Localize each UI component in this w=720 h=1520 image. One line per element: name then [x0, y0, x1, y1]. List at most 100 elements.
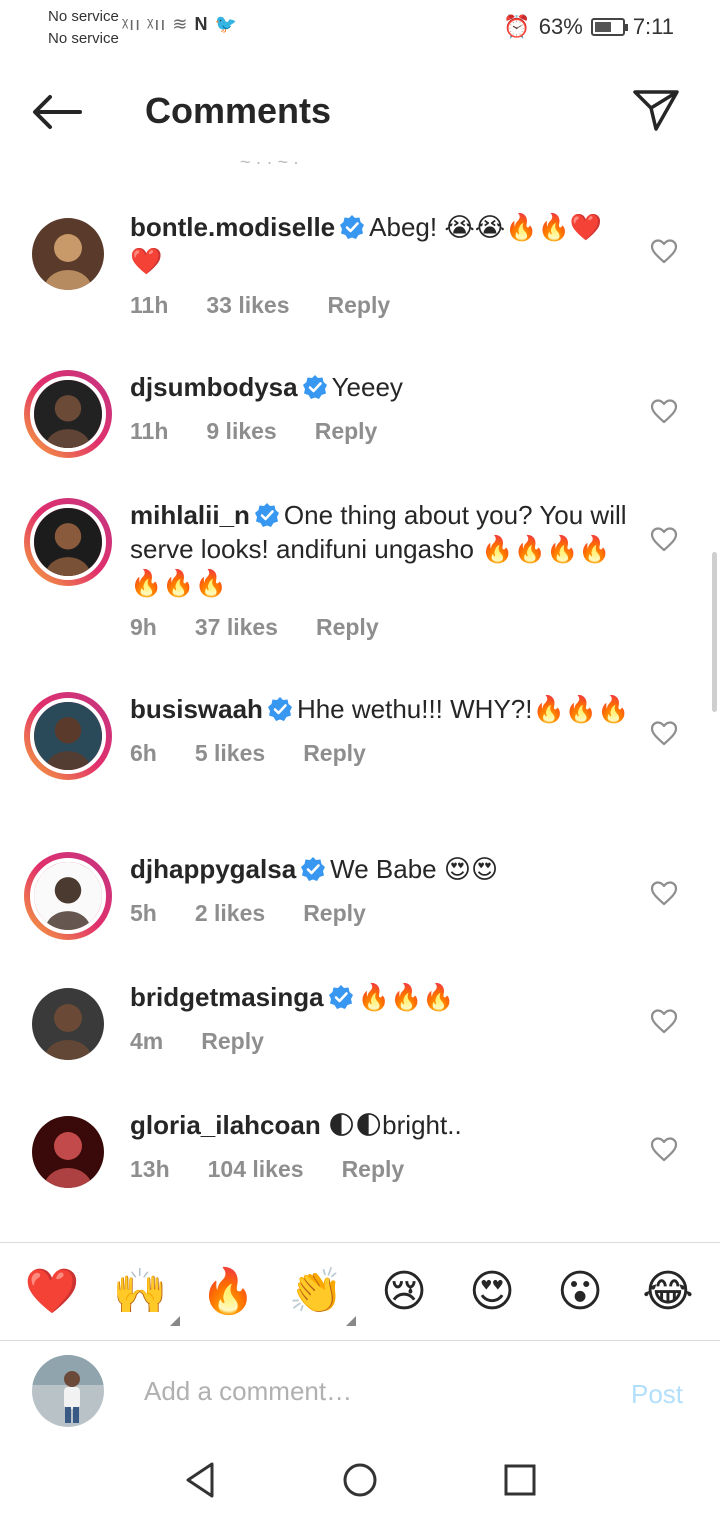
comment-body: gloria_ilahcoan 🌓🌓bright.. 13h 104 likes Re… — [130, 1108, 630, 1186]
like-heart-icon[interactable] — [650, 526, 678, 552]
verified-badge-icon — [328, 985, 353, 1009]
reaction-emoji-button[interactable]: 🔥 — [196, 1262, 260, 1322]
verified-badge-icon — [301, 857, 326, 881]
commenter-avatar[interactable] — [24, 498, 112, 586]
battery-icon — [590, 18, 628, 36]
comment-likes[interactable]: 2 likes — [195, 900, 265, 926]
reaction-emoji-button[interactable]: 😂 — [636, 1262, 700, 1322]
sim1-status: No service — [48, 8, 119, 25]
like-heart-icon[interactable] — [650, 720, 678, 746]
comment-text: Yeeey — [331, 372, 403, 402]
reaction-emoji-button[interactable]: 😮 — [548, 1262, 612, 1322]
comment-body: mihlalii_n One thing about you? You will … — [130, 498, 630, 644]
commenter-avatar[interactable] — [24, 1108, 112, 1196]
comment-line: djsumbodysa Yeeey — [130, 370, 630, 404]
comment-username[interactable]: djsumbodysa — [130, 372, 298, 402]
comment-meta: 11h 9 likes Reply — [130, 414, 630, 448]
verified-badge-icon — [340, 215, 365, 239]
comment-username[interactable]: bontle.modiselle — [130, 212, 335, 242]
quick-reaction-bar: ❤️ 🙌 🔥 👏 😢 😍 😮 😂 — [0, 1242, 720, 1340]
comment-line: bontle.modiselle Abeg! 😭😭🔥🔥❤️❤️ — [130, 210, 630, 278]
reaction-emoji-button[interactable]: 😢 — [372, 1262, 436, 1322]
comment-likes[interactable]: 9 likes — [206, 418, 276, 444]
like-heart-icon[interactable] — [650, 238, 678, 264]
like-heart-icon[interactable] — [650, 880, 678, 906]
comment-text: Hhe wethu!!! WHY?!🔥🔥🔥 — [296, 694, 630, 724]
comment-timestamp: 11h — [130, 418, 169, 444]
commenter-avatar[interactable] — [24, 692, 112, 780]
reply-button[interactable]: Reply — [315, 418, 378, 444]
cut-off-text: ~ · · ~ · — [240, 152, 300, 166]
reaction-emoji-button[interactable]: 👏 — [284, 1262, 356, 1326]
comment-meta: 4m Reply — [130, 1024, 630, 1058]
like-heart-icon[interactable] — [650, 398, 678, 424]
reply-button[interactable]: Reply — [316, 614, 379, 640]
comment-username[interactable]: gloria_ilahcoan — [130, 1110, 321, 1140]
reply-button[interactable]: Reply — [201, 1028, 264, 1054]
comment-body: djhappygalsa We Babe 😍😍 5h 2 likes Reply — [130, 852, 630, 930]
comment-timestamp: 9h — [130, 614, 157, 640]
comment-composer: Post — [0, 1340, 720, 1440]
reaction-emoji-button[interactable]: 🙌 — [108, 1262, 180, 1326]
comment-timestamp: 13h — [130, 1156, 170, 1182]
comment-likes[interactable]: 33 likes — [206, 292, 289, 318]
comment-text: We Babe 😍😍 — [330, 854, 499, 884]
signal-wifi-icons: ᵡıı ᵡıı ≋ N 🐦 — [122, 14, 238, 34]
comment-meta: 13h 104 likes Reply — [130, 1152, 630, 1186]
comment-username[interactable]: bridgetmasinga — [130, 982, 324, 1012]
nav-home-icon[interactable] — [340, 1460, 380, 1500]
reaction-emoji-button[interactable]: 😍 — [460, 1262, 524, 1322]
comment-line: mihlalii_n One thing about you? You will … — [130, 498, 630, 600]
commenter-avatar[interactable] — [24, 370, 112, 458]
system-nav-bar — [0, 1440, 720, 1520]
comment-likes[interactable]: 104 likes — [208, 1156, 304, 1182]
comment-meta: 9h 37 likes Reply — [130, 610, 630, 644]
comment-meta: 6h 5 likes Reply — [130, 736, 630, 770]
comment-line: bridgetmasinga 🔥🔥🔥 — [130, 980, 630, 1014]
reply-button[interactable]: Reply — [303, 900, 366, 926]
reply-button[interactable]: Reply — [303, 740, 366, 766]
comment-timestamp: 5h — [130, 900, 157, 926]
comment-username[interactable]: busiswaah — [130, 694, 263, 724]
comment-line: busiswaah Hhe wethu!!! WHY?!🔥🔥🔥 — [130, 692, 630, 726]
comment-line: djhappygalsa We Babe 😍😍 — [130, 852, 630, 886]
nav-recents-icon[interactable] — [500, 1460, 540, 1500]
reply-button[interactable]: Reply — [328, 292, 391, 318]
comment-input[interactable] — [144, 1371, 584, 1411]
comment-timestamp: 11h — [130, 292, 169, 318]
like-heart-icon[interactable] — [650, 1008, 678, 1034]
comment-body: bridgetmasinga 🔥🔥🔥 4m Reply — [130, 980, 630, 1058]
nav-back-icon[interactable] — [180, 1460, 220, 1500]
comment-body: bontle.modiselle Abeg! 😭😭🔥🔥❤️❤️ 11h 33 like… — [130, 210, 630, 322]
comment-text: 🌓🌓bright.. — [327, 1110, 462, 1140]
comment-body: djsumbodysa Yeeey 11h 9 likes Reply — [130, 370, 630, 448]
comment-timestamp: 6h — [130, 740, 157, 766]
verified-badge-icon — [302, 375, 327, 399]
commenter-avatar[interactable] — [24, 980, 112, 1068]
comment-body: busiswaah Hhe wethu!!! WHY?!🔥🔥🔥 6h 5 likes R… — [130, 692, 630, 770]
my-avatar — [32, 1355, 104, 1427]
back-arrow-icon[interactable] — [30, 94, 82, 130]
comment-likes[interactable]: 5 likes — [195, 740, 265, 766]
status-right: ⏰ 63% 7:11 — [503, 14, 674, 40]
commenter-avatar[interactable] — [24, 852, 112, 940]
comment-username[interactable]: mihlalii_n — [130, 500, 250, 530]
reaction-emoji-button[interactable]: ❤️ — [20, 1262, 84, 1322]
comment-username[interactable]: djhappygalsa — [130, 854, 296, 884]
comment-likes[interactable]: 37 likes — [195, 614, 278, 640]
scrollbar[interactable] — [712, 552, 717, 712]
sim2-status: No service — [48, 30, 119, 47]
reply-button[interactable]: Reply — [342, 1156, 405, 1182]
alarm-icon: ⏰ — [503, 14, 531, 39]
direct-send-icon[interactable] — [632, 88, 680, 132]
page-title: Comments — [145, 90, 332, 131]
commenter-avatar[interactable] — [24, 210, 112, 298]
comment-meta: 5h 2 likes Reply — [130, 896, 630, 930]
header: Comments — [0, 72, 720, 152]
clock: 7:11 — [632, 14, 674, 39]
comment-meta: 11h 33 likes Reply — [130, 288, 630, 322]
post-button[interactable]: Post — [631, 1379, 683, 1410]
comment-timestamp: 4m — [130, 1028, 164, 1054]
status-bar: No service No service ᵡıı ᵡıı ≋ N 🐦 ⏰ 63… — [0, 0, 720, 60]
like-heart-icon[interactable] — [650, 1136, 678, 1162]
